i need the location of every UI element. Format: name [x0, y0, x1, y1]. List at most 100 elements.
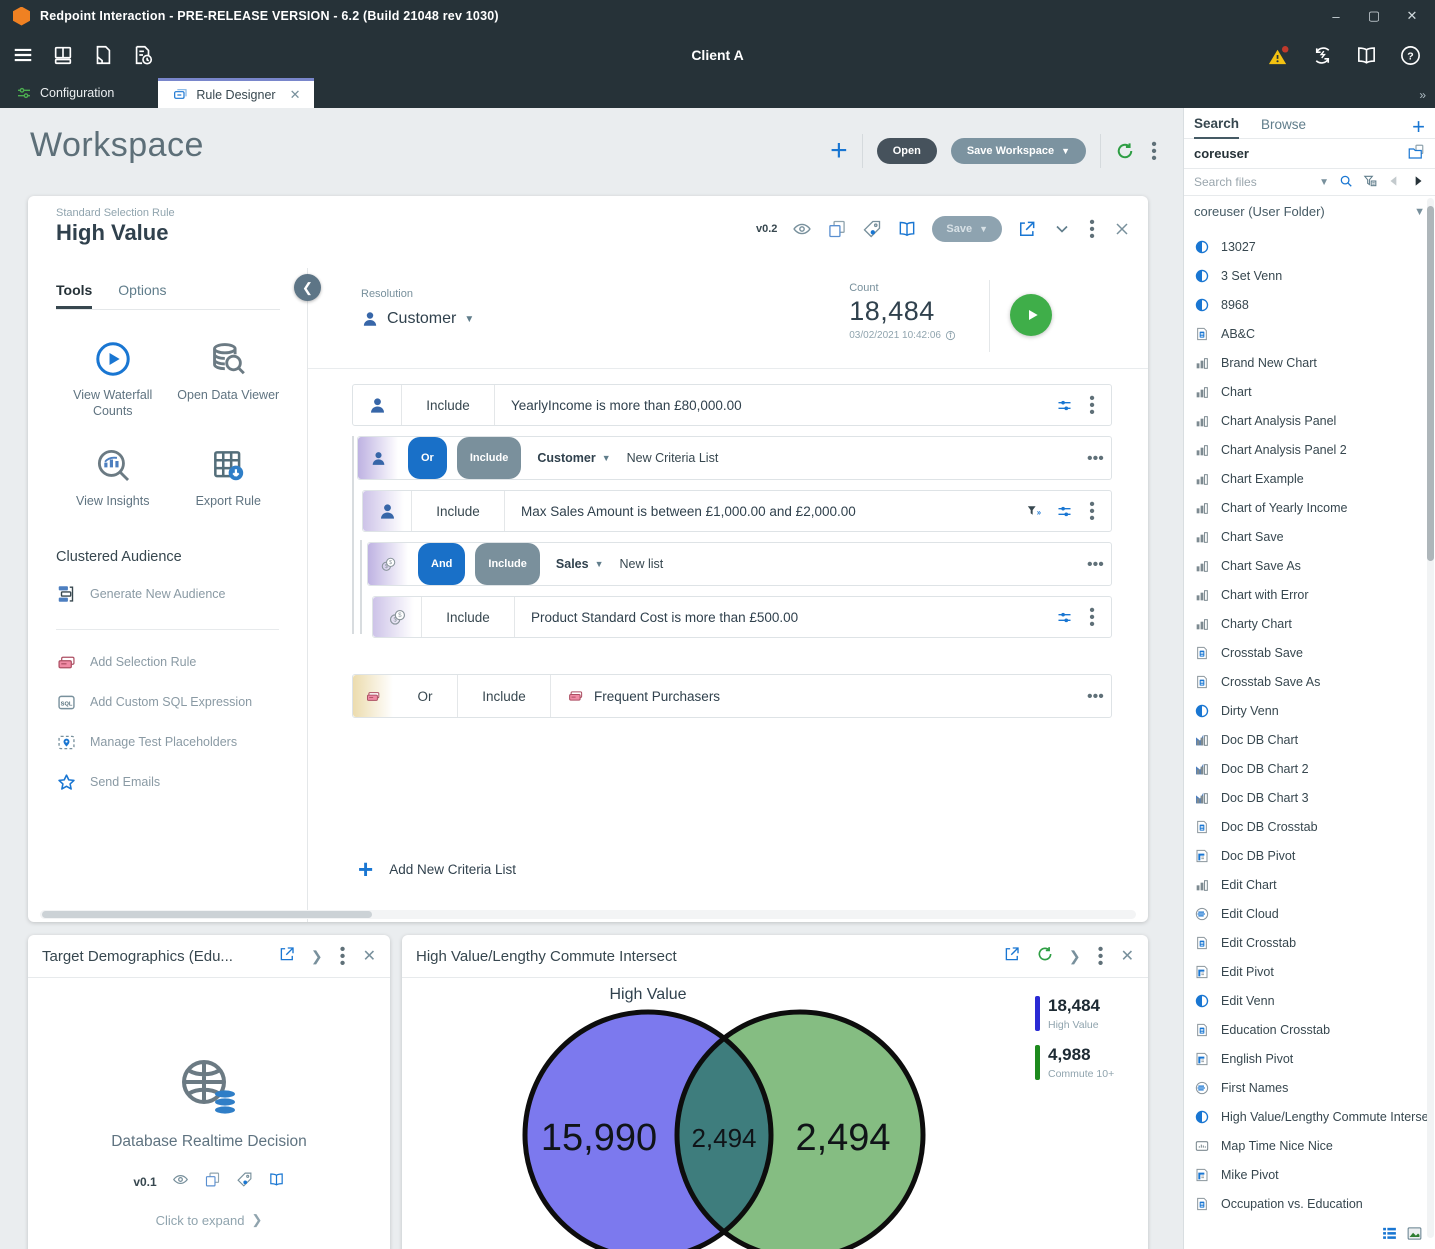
file-item[interactable]: 8968 — [1184, 290, 1427, 319]
chevron-right-icon[interactable]: ❯ — [311, 948, 323, 965]
tab-rule-designer[interactable]: Rule Designer ✕ — [158, 78, 314, 108]
open-button[interactable]: Open — [877, 138, 937, 164]
sidebar-scrollbar[interactable] — [1427, 198, 1434, 1238]
action-add-selection-rule[interactable]: Add Selection Rule — [56, 652, 307, 673]
file-item[interactable]: English Pivot — [1184, 1044, 1427, 1073]
chevron-right-icon[interactable]: ❯ — [1069, 948, 1081, 965]
file-item[interactable]: Education Crosstab — [1184, 1015, 1427, 1044]
list-view-icon[interactable] — [1381, 1225, 1398, 1247]
rule-reference-row[interactable]: OrIncludeFrequent Purchasers••• — [352, 674, 1112, 718]
operator-pill[interactable]: Or — [408, 437, 447, 479]
duplicate-icon[interactable] — [827, 219, 847, 239]
panel-menu-icon[interactable]: ••• — [1096, 946, 1106, 967]
file-item[interactable]: 13027 — [1184, 232, 1427, 261]
collapse-panel-button[interactable]: ❮ — [294, 274, 321, 301]
criteria-row[interactable]: $$IncludeProduct Standard Cost is more t… — [372, 596, 1112, 638]
tab-overflow-icon[interactable]: » — [1419, 88, 1425, 102]
file-item[interactable]: Doc DB Chart 3 — [1184, 783, 1427, 812]
row-menu-icon[interactable]: ••• — [1087, 675, 1097, 717]
tool-export-rule[interactable]: Export Rule — [174, 446, 284, 509]
search-icon[interactable] — [1339, 174, 1353, 191]
operator-pill[interactable]: And — [418, 543, 465, 585]
tab-browse[interactable]: Browse — [1261, 117, 1306, 138]
close-panel-icon[interactable]: ✕ — [363, 946, 376, 966]
filter-icon[interactable] — [1363, 174, 1377, 191]
folder-group-header[interactable]: coreuser (User Folder) ▼ — [1184, 195, 1435, 227]
sync-status-icon[interactable] — [1307, 40, 1337, 70]
sliders-icon[interactable] — [1056, 609, 1073, 626]
include-pill[interactable]: Include — [457, 437, 522, 479]
close-rule-icon[interactable] — [1112, 219, 1132, 239]
maximize-button[interactable]: ▢ — [1359, 3, 1389, 29]
row-menu-icon[interactable]: ••• — [1087, 395, 1097, 416]
collapse-chevron-icon[interactable] — [1052, 219, 1072, 239]
panel-menu-icon[interactable]: ••• — [338, 946, 348, 967]
generate-new-audience-button[interactable]: Generate New Audience — [56, 583, 307, 605]
file-item[interactable]: Mike Pivot — [1184, 1160, 1427, 1189]
tag-icon[interactable] — [862, 219, 882, 239]
alerts-icon[interactable] — [1263, 40, 1293, 70]
file-item[interactable]: Chart of Yearly Income — [1184, 493, 1427, 522]
minimize-button[interactable]: – — [1321, 3, 1351, 29]
add-new-criteria-list-button[interactable]: + Add New Criteria List — [358, 854, 516, 885]
add-file-icon[interactable]: + — [1412, 114, 1425, 140]
file-item[interactable]: Edit Crosstab — [1184, 928, 1427, 957]
save-rule-button[interactable]: Save▼ — [932, 216, 1002, 242]
tab-tools[interactable]: Tools — [56, 282, 92, 309]
file-item[interactable]: First Names — [1184, 1073, 1427, 1102]
action-manage-test-placeholders[interactable]: Manage Test Placeholders — [56, 732, 307, 753]
row-menu-icon[interactable]: ••• — [1087, 501, 1097, 522]
tab-configuration[interactable]: Configuration — [2, 78, 128, 108]
rule-menu-icon[interactable]: ••• — [1087, 219, 1097, 240]
criteria-group-row[interactable]: $$AndIncludeSales▼New list••• — [367, 542, 1112, 586]
group-name[interactable]: New Criteria List — [627, 437, 719, 479]
file-item[interactable]: Map Time Nice Nice — [1184, 1131, 1427, 1160]
open-book-icon[interactable] — [897, 219, 917, 239]
group-subject-select[interactable]: Sales▼ — [556, 543, 604, 585]
file-item[interactable]: High Value/Lengthy Commute Intersect — [1184, 1102, 1427, 1131]
menu-icon[interactable] — [8, 40, 38, 70]
include-pill[interactable]: Include — [475, 543, 540, 585]
tool-view-insights[interactable]: View Insights — [58, 446, 168, 509]
open-book-icon[interactable] — [268, 1171, 285, 1193]
help-icon[interactable]: ? — [1395, 40, 1425, 70]
file-item[interactable]: Dirty Venn — [1184, 696, 1427, 725]
file-item[interactable]: Chart with Error — [1184, 580, 1427, 609]
file-item[interactable]: Doc DB Chart — [1184, 725, 1427, 754]
criteria-text[interactable]: Max Sales Amount is between £1,000.00 an… — [505, 491, 1025, 531]
sliders-icon[interactable] — [1056, 397, 1073, 414]
open-file-icon[interactable] — [88, 40, 118, 70]
tab-options[interactable]: Options — [118, 282, 166, 309]
page-prev-icon[interactable] — [1387, 174, 1401, 191]
tool-view-waterfall-counts[interactable]: View Waterfall Counts — [58, 340, 168, 420]
close-panel-icon[interactable]: ✕ — [1121, 946, 1134, 966]
file-item[interactable]: Chart Save As — [1184, 551, 1427, 580]
criteria-row[interactable]: IncludeYearlyIncome is more than £80,000… — [352, 384, 1112, 426]
criteria-text[interactable]: YearlyIncome is more than £80,000.00 — [495, 385, 1056, 425]
file-item[interactable]: Chart Example — [1184, 464, 1427, 493]
workspace-panels-icon[interactable] — [48, 40, 78, 70]
horizontal-scrollbar[interactable] — [40, 910, 1136, 919]
close-button[interactable]: ✕ — [1397, 3, 1427, 29]
include-label[interactable]: Include — [458, 675, 550, 717]
include-label[interactable]: Include — [402, 385, 494, 425]
run-count-button[interactable] — [1010, 294, 1052, 336]
include-label[interactable]: Include — [422, 597, 514, 637]
open-in-new-icon[interactable] — [1017, 219, 1037, 239]
criteria-text[interactable]: Product Standard Cost is more than £500.… — [515, 597, 1056, 637]
tab-close-icon[interactable]: ✕ — [290, 87, 301, 103]
recent-files-icon[interactable] — [128, 40, 158, 70]
file-item[interactable]: Chart Save — [1184, 522, 1427, 551]
tab-search[interactable]: Search — [1194, 116, 1239, 139]
query-text[interactable]: coreuser — [1194, 146, 1249, 161]
refresh-icon[interactable] — [1115, 141, 1135, 161]
click-to-expand[interactable]: Click to expand❯ — [156, 1212, 263, 1228]
duplicate-icon[interactable] — [204, 1171, 221, 1193]
file-item[interactable]: Edit Pivot — [1184, 957, 1427, 986]
referenced-rule-name[interactable]: Frequent Purchasers — [551, 675, 1087, 717]
file-item[interactable]: Crosstab Save — [1184, 638, 1427, 667]
open-in-new-icon[interactable] — [1003, 945, 1021, 968]
operator-label[interactable]: Or — [393, 675, 457, 717]
search-files-input[interactable]: Search files — [1194, 175, 1309, 189]
file-item[interactable]: AB&C — [1184, 319, 1427, 348]
